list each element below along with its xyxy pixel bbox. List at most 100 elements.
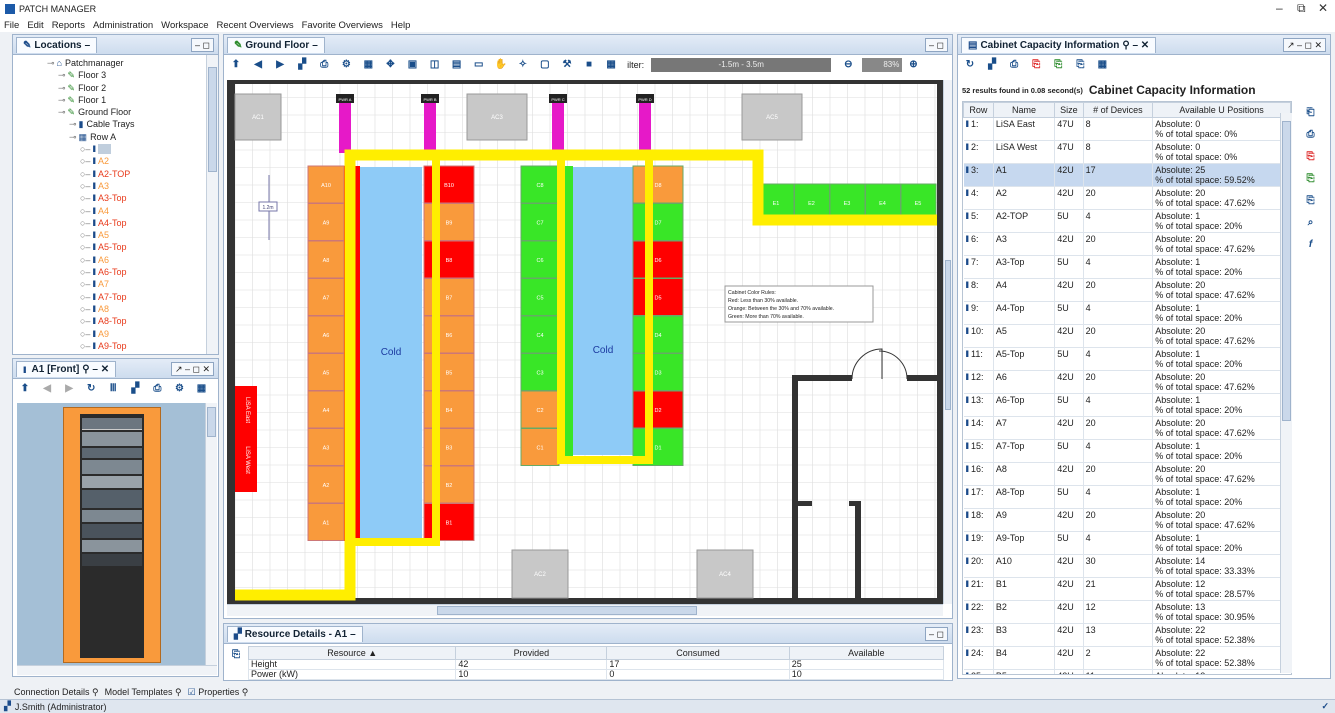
tree-item[interactable]: ○– III A4-Top (17, 217, 207, 229)
panel-minmax-button[interactable]: ↗ – ◻ ✕ (170, 362, 214, 376)
table-row[interactable]: Power (kW) 10 0 10 (247, 669, 945, 680)
word-icon[interactable]: ⎘ (1072, 57, 1088, 73)
excel-icon[interactable]: ⎘ (1050, 57, 1066, 73)
tree-item[interactable]: ○– III A5-Top (17, 241, 207, 253)
tree-item[interactable]: ○– III A1 (17, 143, 207, 155)
tree-item[interactable]: ○– III A8-Top (17, 315, 207, 327)
tree-item[interactable]: ⊸ ▦ Row A (17, 131, 207, 143)
rack-device[interactable] (82, 460, 142, 474)
table-row[interactable]: III 4: A2 42U 20 Absolute: 20% of total space… (963, 186, 1291, 210)
rack-hscrollbar[interactable] (17, 665, 217, 675)
menu-file[interactable]: File (4, 20, 19, 31)
height-filter-slider[interactable]: -1.5m - 3.5m (651, 58, 832, 72)
table-row[interactable]: III 20: A10 42U 30 Absolute: 14% of total spa… (963, 554, 1291, 578)
print-icon[interactable]: ⎙ (1303, 127, 1319, 143)
gear-icon[interactable]: ⚙ (171, 381, 187, 397)
rack-scrollbar[interactable] (205, 403, 217, 665)
tab-rack-front[interactable]: III A1 [Front] ⚲ – ✕ (16, 361, 117, 377)
menu-reports[interactable]: Reports (52, 20, 85, 31)
table-row[interactable]: III 17: A8-Top 5U 4 Absolute: 1% of total spa… (963, 485, 1291, 509)
menu-recent-overviews[interactable]: Recent Overviews (217, 20, 294, 31)
floor-vscrollbar[interactable] (943, 80, 952, 604)
panel-minmax-button[interactable]: ↗ – ◻ ✕ (1282, 38, 1326, 52)
floor-hscrollbar[interactable] (227, 604, 943, 616)
tree-item[interactable]: ⊸ ✎ Floor 1 (17, 94, 207, 106)
zoom-in-icon[interactable]: ⊕ (905, 57, 921, 73)
table-row[interactable]: III 21: B1 42U 21 Absolute: 12% of total spac… (963, 577, 1291, 601)
panel-icon[interactable]: ▤ (449, 57, 465, 73)
menu-workspace[interactable]: Workspace (161, 20, 208, 31)
column-header[interactable]: Resource ▲ (247, 646, 457, 660)
menu-edit[interactable]: Edit (27, 20, 43, 31)
tab-model-templates[interactable]: Model Templates ⚲ (105, 687, 182, 698)
table-row[interactable]: III 19: A9-Top 5U 4 Absolute: 1% of total spa… (963, 531, 1291, 555)
table-row[interactable]: III 1: LiSA East 47U 8 Absolute: 0% of total … (963, 117, 1291, 141)
panel-minmax-button[interactable]: – ◻ (925, 38, 948, 52)
tree-item[interactable]: ○– III A9 (17, 328, 207, 340)
capacity-scrollbar[interactable] (1280, 113, 1292, 673)
tab-locations[interactable]: ✎ Locations – (16, 37, 98, 53)
word-icon[interactable]: ⎘ (1303, 193, 1319, 209)
refresh-icon[interactable]: ↻ (962, 57, 978, 73)
rack-device[interactable] (82, 490, 142, 508)
column-header[interactable]: Name (992, 102, 1056, 118)
close-icon[interactable]: ✕ (1318, 1, 1328, 15)
grid-icon[interactable]: ▦ (603, 57, 619, 73)
table-row[interactable]: III 2: LiSA West 47U 8 Absolute: 0% of total … (963, 140, 1291, 164)
select-icon[interactable]: ▭ (471, 57, 487, 73)
tab-cabinet-capacity[interactable]: ▤ Cabinet Capacity Information ⚲ – ✕ (961, 37, 1157, 53)
grid-icon[interactable]: ▦ (1094, 57, 1110, 73)
column-header[interactable]: Available (788, 646, 945, 660)
rack-device[interactable] (82, 476, 142, 488)
tab-resource-details[interactable]: ▞ Resource Details - A1– (227, 626, 363, 642)
table-row[interactable]: III 14: A7 42U 20 Absolute: 20% of total spac… (963, 416, 1291, 440)
tree-item[interactable]: ○– III A6 (17, 254, 207, 266)
rack-device[interactable] (82, 540, 142, 552)
gear-icon[interactable]: ⚙ (338, 57, 354, 73)
tab-ground-floor[interactable]: ✎ Ground Floor – (227, 37, 325, 53)
table-row[interactable]: III 12: A6 42U 20 Absolute: 20% of total spac… (963, 370, 1291, 394)
table-row[interactable]: III 15: A7-Top 5U 4 Absolute: 1% of total spa… (963, 439, 1291, 463)
column-header[interactable]: Provided (455, 646, 608, 660)
tree-item[interactable]: ⊸ ✎ Floor 3 (17, 69, 207, 81)
table-row[interactable]: III 24: B4 42U 2 Absolute: 22% of total space… (963, 646, 1291, 670)
function-icon[interactable]: f (1303, 237, 1319, 253)
chart-icon[interactable]: ▞ (294, 57, 310, 73)
move-icon[interactable]: ✥ (382, 57, 398, 73)
rack-device[interactable] (82, 554, 142, 566)
table-row[interactable]: III25:B542U11Absolute: 13 (963, 669, 1291, 674)
table-row[interactable]: III 3: A1 42U 17 Absolute: 25% of total space… (963, 163, 1291, 187)
restore-icon[interactable]: ⧉ (1297, 1, 1306, 16)
zoom-out-icon[interactable]: ⊖ (840, 57, 856, 73)
column-header[interactable]: Row (963, 102, 994, 118)
print-icon[interactable]: ⎙ (149, 381, 165, 397)
wand-icon[interactable]: ✧ (515, 57, 531, 73)
tree-item[interactable]: ⊸ ✎ Floor 2 (17, 82, 207, 94)
tree-item[interactable]: ⊸ ▮ Cable Trays (17, 118, 207, 130)
table-row[interactable]: III 10: A5 42U 20 Absolute: 20% of total spac… (963, 324, 1291, 348)
print-icon[interactable]: ⎙ (316, 57, 332, 73)
table-row[interactable]: III 16: A8 42U 20 Absolute: 20% of total spac… (963, 462, 1291, 486)
tool-icon[interactable]: ⚒ (559, 57, 575, 73)
table-row[interactable]: III 11: A5-Top 5U 4 Absolute: 1% of total spa… (963, 347, 1291, 371)
table-row[interactable]: III 18: A9 42U 20 Absolute: 20% of total spac… (963, 508, 1291, 532)
tree-item[interactable]: ○– III A9-Top (17, 340, 207, 352)
back-icon[interactable]: ◀ (39, 381, 55, 397)
table-row[interactable]: III 5: A2-TOP 5U 4 Absolute: 1% of total spac… (963, 209, 1291, 233)
rack-device[interactable] (82, 524, 142, 538)
excel-icon[interactable]: ⎘ (1303, 171, 1319, 187)
table-row[interactable]: III 8: A4 42U 20 Absolute: 20% of total space… (963, 278, 1291, 302)
export-icon[interactable]: ⎘ (228, 647, 244, 663)
tab-connection-details[interactable]: Connection Details ⚲ (14, 687, 99, 698)
tree-item[interactable]: ○– III A6-Top (17, 266, 207, 278)
floor-canvas[interactable]: AC1 AC3 AC5 AC2 AC4 PWR A PWR B PWR C PWR D Cold C… (227, 80, 943, 604)
rack-device[interactable] (82, 418, 142, 430)
tree-item[interactable]: ○– III A2 (17, 155, 207, 167)
frame-icon[interactable]: ▢ (537, 57, 553, 73)
tree-scrollbar[interactable] (206, 55, 218, 354)
device-icon[interactable]: ▦ (194, 381, 210, 397)
print-icon[interactable]: ⎙ (1006, 57, 1022, 73)
rack-device[interactable] (82, 432, 142, 446)
forward-icon[interactable]: ▶ (272, 57, 288, 73)
layout-icon[interactable]: ▣ (405, 57, 421, 73)
